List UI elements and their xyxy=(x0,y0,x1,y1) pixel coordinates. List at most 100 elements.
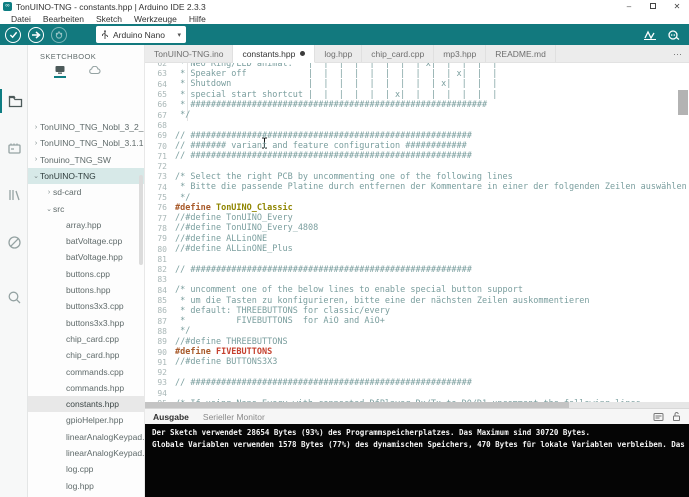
tree-item-gpiohelper-hpp[interactable]: gpioHelper.hpp xyxy=(28,412,144,428)
clear-output-icon[interactable] xyxy=(653,412,664,422)
line-number: 73 xyxy=(157,172,167,182)
sidebar-item-search[interactable] xyxy=(0,285,28,309)
tree-item-commands-hpp[interactable]: commands.hpp xyxy=(28,380,144,396)
lock-icon[interactable] xyxy=(672,411,681,422)
editor-tab[interactable]: log.hpp xyxy=(315,45,363,62)
menu-item-hilfe[interactable]: Hilfe xyxy=(183,14,212,24)
tree-item-tonuino-tng-sw[interactable]: › Tonuino_TNG_SW xyxy=(28,152,144,168)
debug-button[interactable] xyxy=(51,26,67,43)
more-tabs-button[interactable]: ⋯ xyxy=(673,45,683,63)
tree-item-linearanalogkeypad-cpp[interactable]: linearAnalogKeypad.cpp xyxy=(28,429,144,445)
tree-item-array-hpp[interactable]: array.hpp xyxy=(28,217,144,233)
code-line-63[interactable]: 63 * Speaker off | | | | | | | | | | x| … xyxy=(145,69,689,79)
cloud-sketchbook-tab[interactable] xyxy=(88,63,101,78)
tree-item-src[interactable]: ⌄ src xyxy=(28,201,144,217)
code-line-65[interactable]: 65 * special start shortcut | | | | | | … xyxy=(145,89,689,100)
code-line-69[interactable]: 69 // ###################################… xyxy=(145,131,689,141)
code-line-82[interactable]: 82 // ###################################… xyxy=(145,265,689,275)
tree-item-tonuino-tng-nobl-3-1-1-[interactable]: › TonUINO_TNG_Nobl_3.1.1... xyxy=(28,135,144,151)
code-text: //#define ALLinONE xyxy=(175,233,268,244)
bottom-panel-header: Ausgabe Serieller Monitor xyxy=(145,408,689,424)
board-label: Arduino Nano xyxy=(113,29,165,40)
code-line-91[interactable]: 91 //#define BUTTONS3X3 xyxy=(145,357,689,367)
tree-item-sd-card[interactable]: › sd-card xyxy=(28,184,144,200)
search-icon xyxy=(8,291,20,303)
tree-item-tonuino-tng-nobl-3-2-[interactable]: › TonUINO_TNG_Nobl_3_2_... xyxy=(28,119,144,135)
tree-item-buttons3x3-cpp[interactable]: buttons3x3.cpp xyxy=(28,298,144,314)
panel-tab-serieller-monitor[interactable]: Serieller Monitor xyxy=(203,412,265,422)
upload-button[interactable] xyxy=(28,26,44,43)
code-line-78[interactable]: 78 //#define TonUINO_Every_4808 xyxy=(145,223,689,233)
editor-tab[interactable]: TonUINO-TNG.ino xyxy=(145,45,234,62)
code-text: * Bitte die passende Platine durch entfe… xyxy=(175,182,687,193)
minimize-button[interactable]: – xyxy=(617,0,641,13)
local-sketchbook-tab[interactable] xyxy=(54,63,66,78)
code-line-68[interactable]: 68 xyxy=(145,120,689,130)
code-line-89[interactable]: 89 //#define THREEBUTTONS xyxy=(145,337,689,347)
code-line-80[interactable]: 80 //#define ALLinONE_Plus xyxy=(145,244,689,254)
sidebar-item-debug[interactable] xyxy=(0,230,28,254)
menu-item-sketch[interactable]: Sketch xyxy=(90,14,128,24)
code-line-66[interactable]: 66 * ###################################… xyxy=(145,100,689,110)
code-line-87[interactable]: 87 * FIVEBUTTONS for AiO and AiO+ xyxy=(145,316,689,326)
serial-monitor-icon[interactable] xyxy=(667,29,681,41)
panel-tab-ausgabe[interactable]: Ausgabe xyxy=(153,412,189,422)
sidebar-scrollbar[interactable] xyxy=(139,175,143,265)
code-line-90[interactable]: 90 #define FIVEBUTTONS xyxy=(145,347,689,357)
tree-item-constants-hpp[interactable]: constants.hpp xyxy=(28,396,144,413)
maximize-button[interactable] xyxy=(641,0,665,13)
tree-item-log-cpp[interactable]: log.cpp xyxy=(28,461,144,477)
code-line-92[interactable]: 92 xyxy=(145,368,689,378)
code-line-64[interactable]: 64 * Shutdown | | | | | | | | | x| | | | xyxy=(145,79,689,89)
close-button[interactable]: ✕ xyxy=(665,0,689,13)
code-line-81[interactable]: 81 xyxy=(145,254,689,264)
menu-item-werkzeuge[interactable]: Werkzeuge xyxy=(128,14,183,24)
tree-item-batvoltage-cpp[interactable]: batVoltage.cpp xyxy=(28,233,144,249)
code-line-75[interactable]: 75 */ xyxy=(145,192,689,203)
code-line-85[interactable]: 85 * um die Tasten zu konfigurieren, bit… xyxy=(145,295,689,306)
menu-item-bearbeiten[interactable]: Bearbeiten xyxy=(37,14,90,24)
code-line-94[interactable]: 94 xyxy=(145,388,689,398)
sidebar-item-sketchbook[interactable] xyxy=(0,89,28,113)
tree-item-log-hpp[interactable]: log.hpp xyxy=(28,478,144,494)
tree-item-label: linearAnalogKeypad.h xyxy=(66,448,144,458)
code-line-72[interactable]: 72 xyxy=(145,162,689,172)
editor-tab[interactable]: README.md xyxy=(486,45,556,62)
code-editor[interactable]: 62 * Neo Ring/LED animat. | | | | | | | … xyxy=(145,63,689,402)
line-number: 75 xyxy=(157,193,167,203)
tree-item-commands-cpp[interactable]: commands.cpp xyxy=(28,364,144,380)
editor-tab[interactable]: constants.hpp xyxy=(233,45,316,63)
horizontal-scrollbar-thumb[interactable] xyxy=(145,402,570,408)
menu-item-datei[interactable]: Datei xyxy=(5,14,37,24)
code-line-86[interactable]: 86 * default: THREEBUTTONS for classic/e… xyxy=(145,306,689,316)
sidebar-item-boards-manager[interactable] xyxy=(0,136,28,160)
verify-button[interactable] xyxy=(5,26,21,43)
code-line-71[interactable]: 71 // ###################################… xyxy=(145,151,689,161)
code-line-84[interactable]: 84 /* uncomment one of the below lines to… xyxy=(145,285,689,295)
editor-tab[interactable]: chip_card.cpp xyxy=(362,45,435,62)
code-line-70[interactable]: 70 // ####### variant and feature configu… xyxy=(145,141,689,151)
editor-tab[interactable]: mp3.hpp xyxy=(434,45,487,62)
board-selector[interactable]: Arduino Nano ▾ xyxy=(96,26,186,43)
code-line-77[interactable]: 77 //#define TonUINO_Every xyxy=(145,213,689,223)
sidebar-item-library-manager[interactable] xyxy=(0,183,28,207)
tree-item-batvoltage-hpp[interactable]: batVoltage.hpp xyxy=(28,249,144,265)
tree-item-chip-card-cpp[interactable]: chip_card.cpp xyxy=(28,331,144,347)
code-line-76[interactable]: 76 #define TonUINO_Classic xyxy=(145,203,689,213)
code-line-79[interactable]: 79 //#define ALLinONE xyxy=(145,234,689,244)
code-line-73[interactable]: 73 /* Select the right PCB by uncommentin… xyxy=(145,172,689,182)
code-line-83[interactable]: 83 xyxy=(145,275,689,285)
tree-item-buttons-hpp[interactable]: buttons.hpp xyxy=(28,282,144,298)
code-line-74[interactable]: 74 * Bitte die passende Platine durch en… xyxy=(145,182,689,192)
code-line-67[interactable]: 67 */ xyxy=(145,110,689,120)
tree-item-tonuino-tng[interactable]: ⌄ TonUINO-TNG xyxy=(28,167,144,184)
horizontal-scrollbar[interactable] xyxy=(145,402,689,408)
tree-item-linearanalogkeypad-h[interactable]: linearAnalogKeypad.h xyxy=(28,445,144,461)
tree-item-buttons3x3-hpp[interactable]: buttons3x3.hpp xyxy=(28,315,144,331)
serial-plotter-icon[interactable] xyxy=(644,29,657,41)
tree-item-chip-card-hpp[interactable]: chip_card.hpp xyxy=(28,347,144,363)
sidebar-tabs xyxy=(28,63,144,78)
tree-item-buttons-cpp[interactable]: buttons.cpp xyxy=(28,266,144,282)
code-line-88[interactable]: 88 */ xyxy=(145,326,689,336)
code-line-93[interactable]: 93 // ###################################… xyxy=(145,378,689,388)
